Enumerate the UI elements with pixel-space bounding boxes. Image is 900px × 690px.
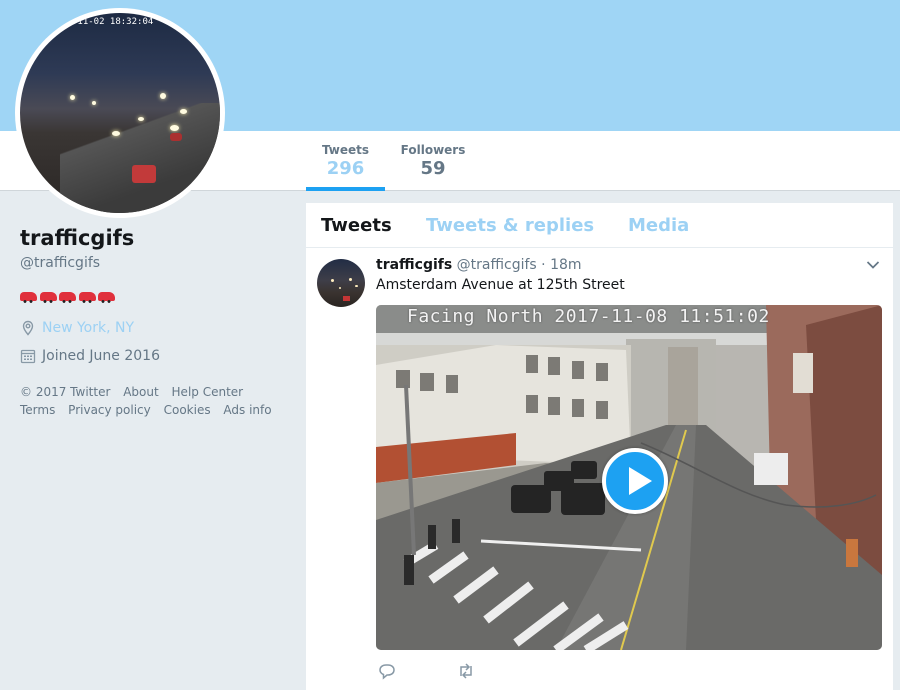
footer-copyright: © 2017 Twitter xyxy=(20,385,111,399)
footer-about[interactable]: About xyxy=(123,383,158,401)
reply-icon[interactable] xyxy=(377,661,397,681)
stat-followers[interactable]: Followers 59 xyxy=(396,143,470,179)
tweet-author-name[interactable]: trafficgifs xyxy=(376,257,452,273)
footer-cookies[interactable]: Cookies xyxy=(164,401,211,419)
tweet-text: Amsterdam Avenue at 125th Street xyxy=(376,277,625,293)
profile-bio xyxy=(20,289,118,305)
map-pin-icon xyxy=(22,320,34,336)
tab-tweets-replies[interactable]: Tweets & replies xyxy=(426,215,594,236)
timeline-tabs: Tweets Tweets & replies Media xyxy=(306,203,893,248)
play-button[interactable] xyxy=(602,448,668,514)
timeline: Tweets Tweets & replies Media trafficgif… xyxy=(306,203,893,690)
tab-tweets[interactable]: Tweets xyxy=(321,215,392,236)
avatar-timestamp: -11-02 18:32:04 xyxy=(72,17,154,27)
joined-text: Joined June 2016 xyxy=(42,348,160,364)
profile-avatar[interactable]: -11-02 18:32:04 xyxy=(15,8,225,218)
tweet-media[interactable]: Facing North 2017-11-08 11:51:02 xyxy=(376,305,882,650)
profile-location[interactable]: New York, NY xyxy=(20,320,134,336)
stat-tweets[interactable]: Tweets 296 xyxy=(306,143,385,191)
tweet-header: trafficgifs @trafficgifs · 18m xyxy=(376,257,582,273)
footer-links: © 2017 Twitter About Help Center Terms P… xyxy=(20,383,290,419)
stat-followers-value: 59 xyxy=(420,158,446,179)
footer-terms[interactable]: Terms xyxy=(20,401,55,419)
calendar-icon xyxy=(20,349,36,364)
footer-help-center[interactable]: Help Center xyxy=(172,383,244,401)
tweet-avatar[interactable] xyxy=(317,259,365,307)
stat-tweets-value: 296 xyxy=(326,158,365,179)
chevron-down-icon[interactable] xyxy=(866,260,880,270)
camera-timestamp: Facing North 2017-11-08 11:51:02 xyxy=(407,306,770,327)
play-icon xyxy=(629,467,652,495)
profile-name[interactable]: trafficgifs xyxy=(20,226,134,250)
stat-tweets-label: Tweets xyxy=(321,143,370,157)
tweet-handle-time[interactable]: @trafficgifs · 18m xyxy=(457,257,582,273)
profile-joined: Joined June 2016 xyxy=(20,348,160,364)
footer-ads-info[interactable]: Ads info xyxy=(223,401,271,419)
retweet-icon[interactable] xyxy=(456,661,476,681)
footer-privacy[interactable]: Privacy policy xyxy=(68,401,151,419)
profile-handle: @trafficgifs xyxy=(20,255,101,271)
stat-followers-label: Followers xyxy=(400,143,466,157)
tab-media[interactable]: Media xyxy=(628,215,689,236)
location-text[interactable]: New York, NY xyxy=(42,320,134,336)
avatar-image: -11-02 18:32:04 xyxy=(20,13,220,213)
